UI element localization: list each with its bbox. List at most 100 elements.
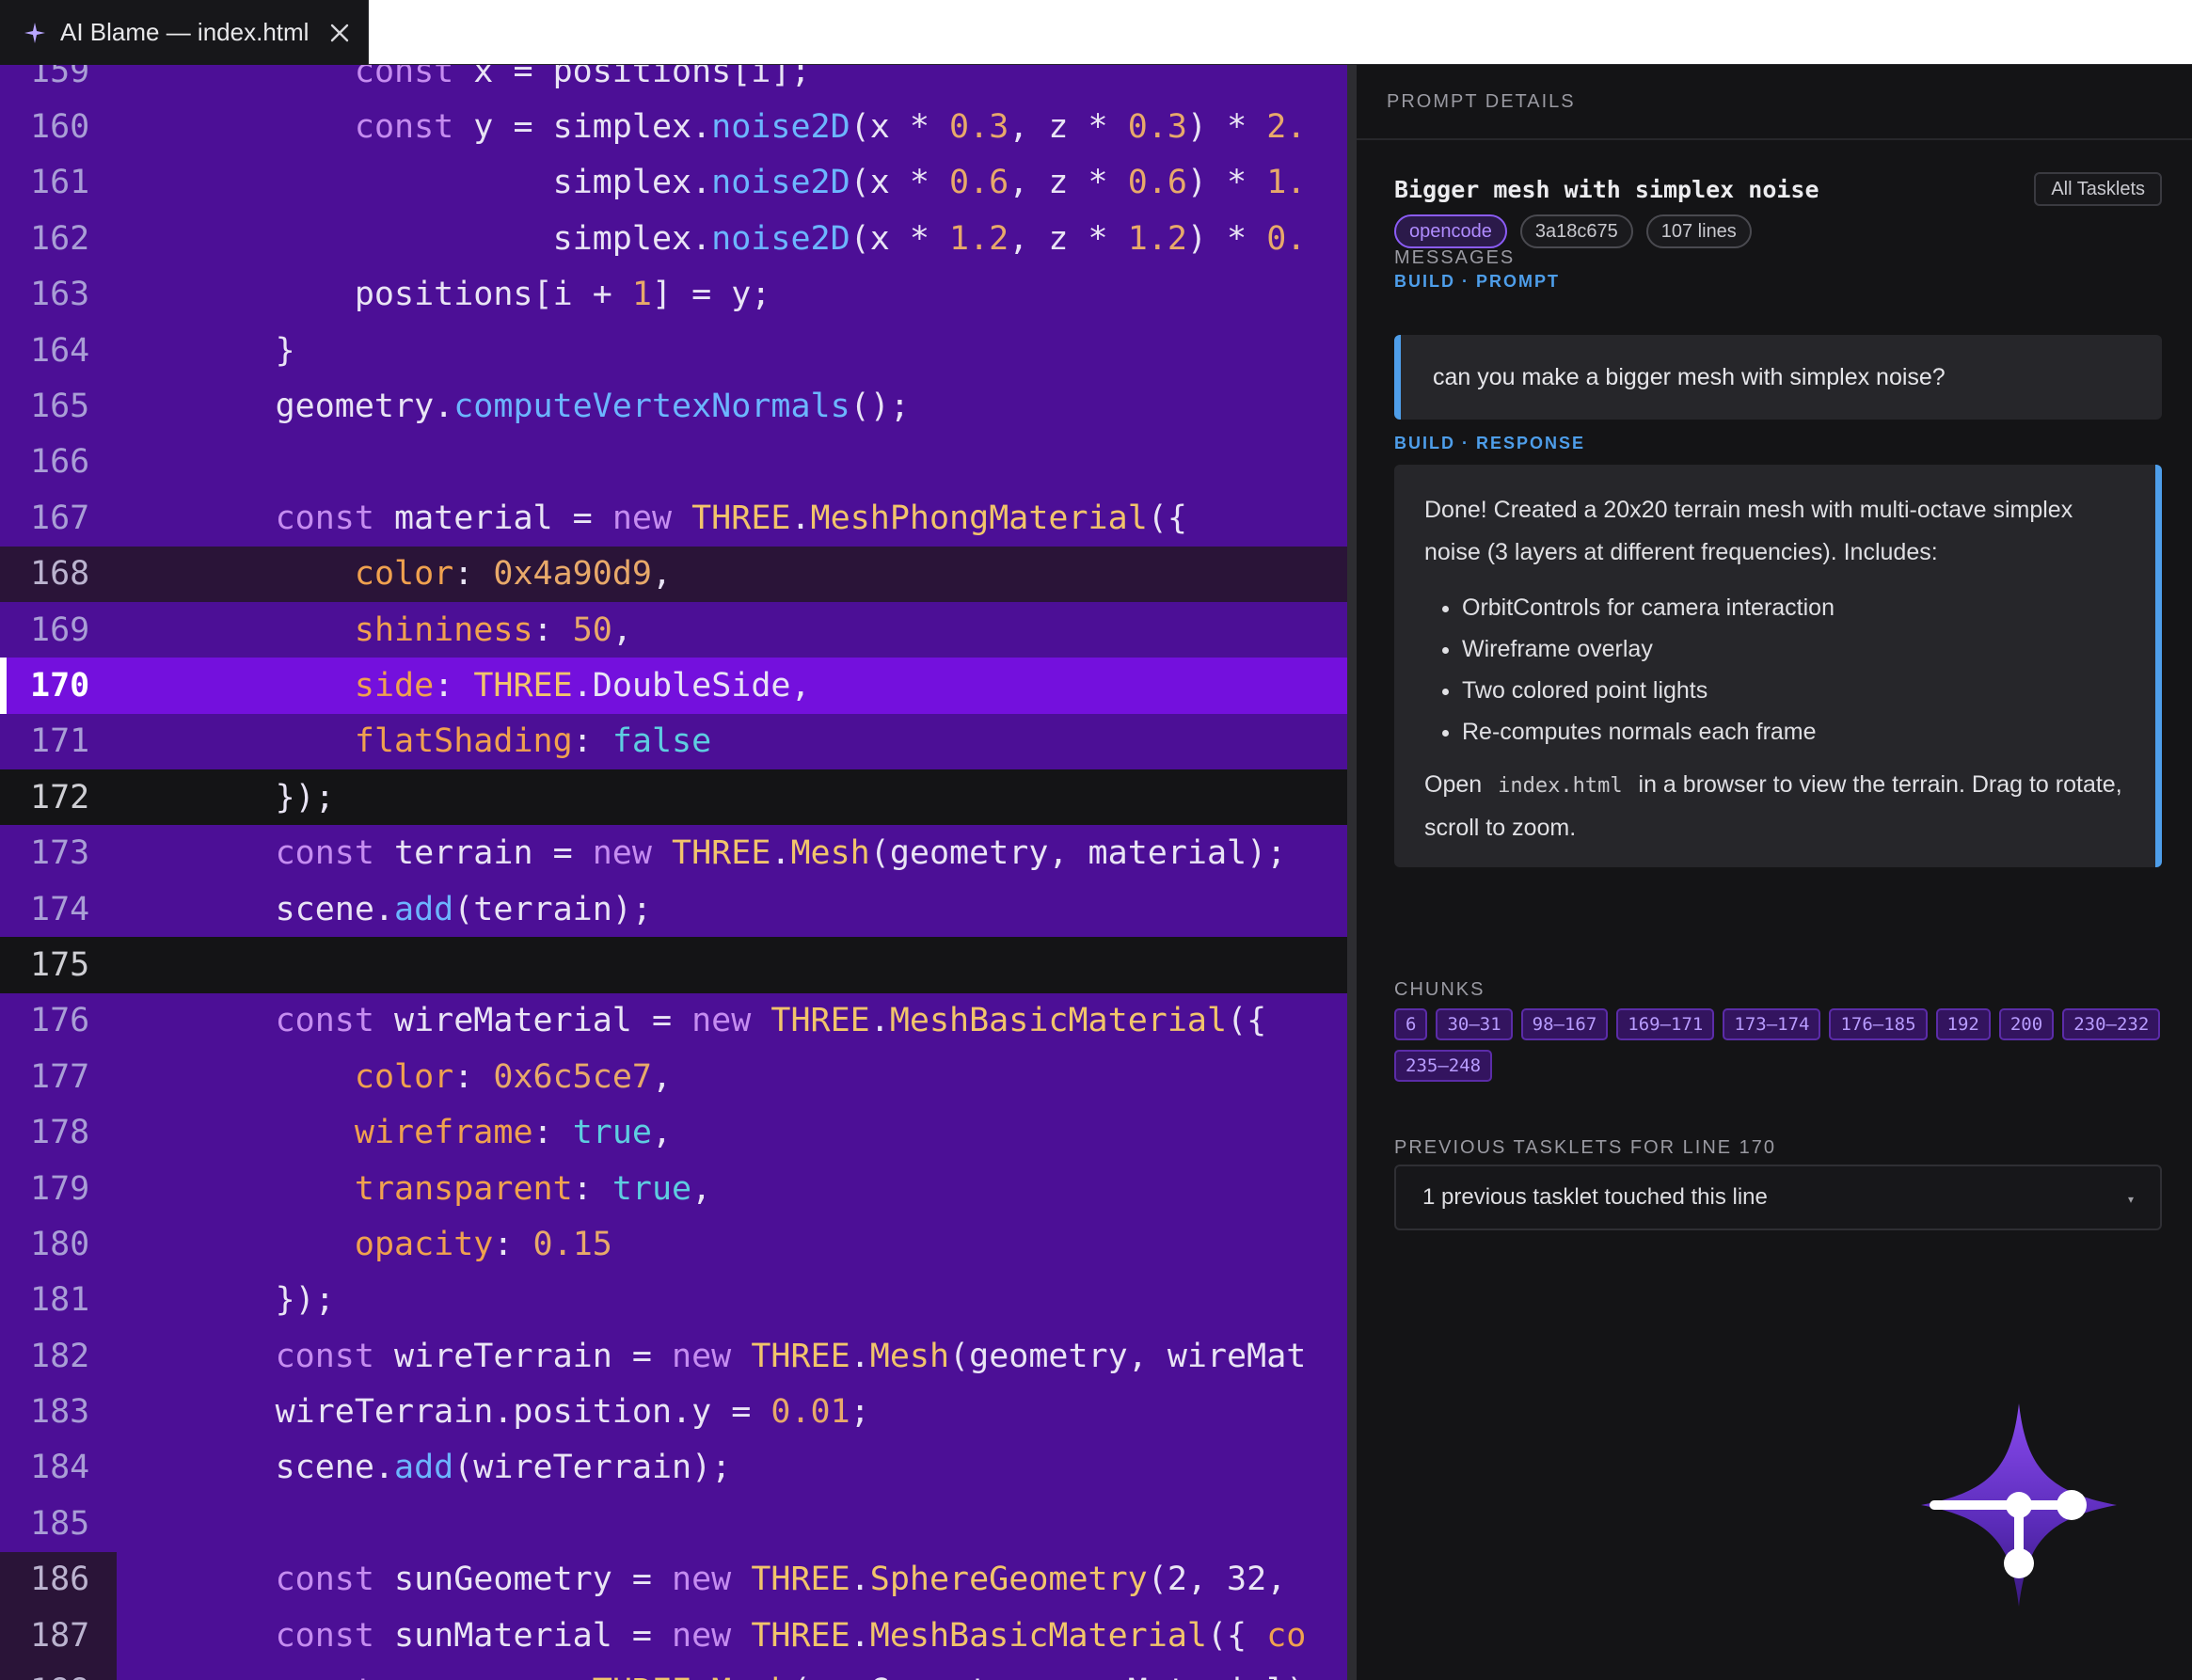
code-token: (x * xyxy=(850,108,950,147)
code-token: const xyxy=(275,1616,374,1655)
code-line[interactable]: 187 const sunMaterial = new THREE.MeshBa… xyxy=(0,1607,1347,1664)
code-line[interactable]: 185 xyxy=(0,1496,1347,1551)
code-line[interactable]: 170 side: THREE.DoubleSide, xyxy=(0,658,1347,715)
chunk-chip[interactable]: 30–31 xyxy=(1436,1008,1513,1040)
code-token: (wireTerrain); xyxy=(453,1449,732,1487)
tab-ai-blame[interactable]: AI Blame — index.html xyxy=(0,0,369,65)
line-number[interactable]: 168 xyxy=(0,555,117,593)
code-line[interactable]: 180 opacity: 0.15 xyxy=(0,1216,1347,1272)
code-line[interactable]: 162 simplex.noise2D(x * 1.2, z * 1.2) * … xyxy=(0,211,1347,266)
line-number[interactable]: 163 xyxy=(0,276,117,313)
line-number[interactable]: 179 xyxy=(0,1170,117,1208)
line-number[interactable]: 161 xyxy=(0,164,117,201)
chunk-chip[interactable]: 192 xyxy=(1935,1008,1991,1040)
code-text: color: 0x6c5ce7, xyxy=(117,1058,672,1096)
code-line[interactable]: 177 color: 0x6c5ce7, xyxy=(0,1049,1347,1104)
code-line[interactable]: 188 const sun = new THREE.Mesh(sunGeomet… xyxy=(0,1663,1347,1680)
line-number[interactable]: 173 xyxy=(0,834,117,872)
line-number[interactable]: 170 xyxy=(0,667,117,705)
code-line[interactable]: 164 } xyxy=(0,323,1347,378)
all-tasklets-button[interactable]: All Tasklets xyxy=(2034,172,2162,206)
code-line[interactable]: 167 const material = new THREE.MeshPhong… xyxy=(0,490,1347,546)
code-token: 0.3 xyxy=(1127,108,1187,147)
line-number[interactable]: 164 xyxy=(0,332,117,370)
code-line[interactable]: 161 simplex.noise2D(x * 0.6, z * 0.6) * … xyxy=(0,155,1347,211)
code-line[interactable]: 184 scene.add(wireTerrain); xyxy=(0,1440,1347,1496)
line-number[interactable]: 182 xyxy=(0,1338,117,1375)
panel-divider[interactable] xyxy=(1347,65,1357,1680)
code-text: const terrain = new THREE.Mesh(geometry,… xyxy=(117,834,1287,872)
code-token: THREE xyxy=(593,1672,691,1680)
code-token: Mesh xyxy=(869,1337,950,1375)
line-number[interactable]: 160 xyxy=(0,108,117,146)
code-token: ) * xyxy=(1186,108,1267,147)
code-line[interactable]: 160 const y = simplex.noise2D(x * 0.3, z… xyxy=(0,99,1347,154)
code-line[interactable]: 176 const wireMaterial = new THREE.MeshB… xyxy=(0,993,1347,1049)
code-line[interactable]: 169 shininess: 50, xyxy=(0,602,1347,658)
code-line[interactable]: 166 xyxy=(0,435,1347,490)
code-line[interactable]: 174 scene.add(terrain); xyxy=(0,881,1347,937)
line-number[interactable]: 166 xyxy=(0,443,117,481)
code-line[interactable]: 186 const sunGeometry = new THREE.Sphere… xyxy=(0,1551,1347,1608)
line-number[interactable]: 172 xyxy=(0,779,117,816)
line-number[interactable]: 174 xyxy=(0,891,117,928)
code-line[interactable]: 181 }); xyxy=(0,1273,1347,1328)
chunk-chip[interactable]: 200 xyxy=(1998,1008,2055,1040)
line-number[interactable]: 188 xyxy=(0,1672,117,1680)
code-token: sun = xyxy=(374,1672,514,1680)
code-token: 0.15 xyxy=(532,1225,612,1263)
chunk-chip[interactable]: 230–232 xyxy=(2062,1008,2161,1040)
code-line[interactable]: 171 flatShading: false xyxy=(0,714,1347,769)
line-number[interactable]: 175 xyxy=(0,946,117,984)
code-token: 0.3 xyxy=(949,108,1009,147)
line-number[interactable]: 167 xyxy=(0,499,117,537)
code-token: : xyxy=(572,722,612,761)
code-line[interactable]: 159 const x = positions[i]; xyxy=(0,65,1347,99)
close-icon[interactable] xyxy=(327,21,352,45)
code-line[interactable]: 175 xyxy=(0,937,1347,993)
code-text: const wireTerrain = new THREE.Mesh(geome… xyxy=(117,1337,1307,1375)
code-line[interactable]: 182 const wireTerrain = new THREE.Mesh(g… xyxy=(0,1328,1347,1384)
code-line[interactable]: 179 transparent: true, xyxy=(0,1161,1347,1216)
chunk-chip[interactable]: 169–171 xyxy=(1616,1008,1715,1040)
line-number[interactable]: 185 xyxy=(0,1505,117,1543)
line-number[interactable]: 178 xyxy=(0,1114,117,1151)
line-number[interactable]: 186 xyxy=(0,1561,117,1598)
code-token: simplex. xyxy=(117,219,712,258)
chunk-chip[interactable]: 6 xyxy=(1394,1008,1428,1040)
code-editor[interactable]: 159 const x = positions[i]; 160 const y =… xyxy=(0,65,1347,1680)
code-line[interactable]: 173 const terrain = new THREE.Mesh(geome… xyxy=(0,825,1347,880)
line-number[interactable]: 181 xyxy=(0,1281,117,1319)
code-token: wireMaterial = xyxy=(373,1002,692,1040)
line-number[interactable]: 171 xyxy=(0,722,117,760)
code-token: SphereGeometry xyxy=(869,1561,1148,1599)
code-line[interactable]: 183 wireTerrain.position.y = 0.01; xyxy=(0,1384,1347,1439)
line-number[interactable]: 177 xyxy=(0,1058,117,1096)
line-number[interactable]: 183 xyxy=(0,1393,117,1431)
line-number[interactable]: 184 xyxy=(0,1449,117,1486)
chunk-chip[interactable]: 235–248 xyxy=(1394,1050,1493,1082)
line-number[interactable]: 162 xyxy=(0,220,117,258)
chunk-chip[interactable]: 98–167 xyxy=(1520,1008,1609,1040)
ai-blame-logo-icon xyxy=(1915,1402,2122,1609)
code-line[interactable]: 163 positions[i + 1] = y; xyxy=(0,267,1347,323)
line-number[interactable]: 180 xyxy=(0,1226,117,1263)
code-token: : xyxy=(453,555,494,594)
line-number[interactable]: 169 xyxy=(0,611,117,649)
code-line[interactable]: 165 geometry.computeVertexNormals(); xyxy=(0,378,1347,434)
code-text: shininess: 50, xyxy=(117,611,632,649)
code-line[interactable]: 178 wireframe: true, xyxy=(0,1104,1347,1160)
line-number[interactable]: 159 xyxy=(0,65,117,90)
line-number[interactable]: 187 xyxy=(0,1617,117,1655)
code-token: false xyxy=(612,722,712,761)
code-line[interactable]: 172 }); xyxy=(0,769,1347,826)
chunk-chip[interactable]: 176–185 xyxy=(1829,1008,1928,1040)
previous-tasklets-dropdown[interactable]: 1 previous tasklet touched this line ▾ xyxy=(1394,1165,2162,1230)
line-number[interactable]: 176 xyxy=(0,1002,117,1039)
code-token: MeshBasicMaterial xyxy=(889,1002,1228,1040)
chunk-chip[interactable]: 173–174 xyxy=(1723,1008,1821,1040)
code-token: const xyxy=(275,499,374,537)
code-line[interactable]: 168 color: 0x4a90d9, xyxy=(0,546,1347,602)
line-number[interactable]: 165 xyxy=(0,388,117,425)
